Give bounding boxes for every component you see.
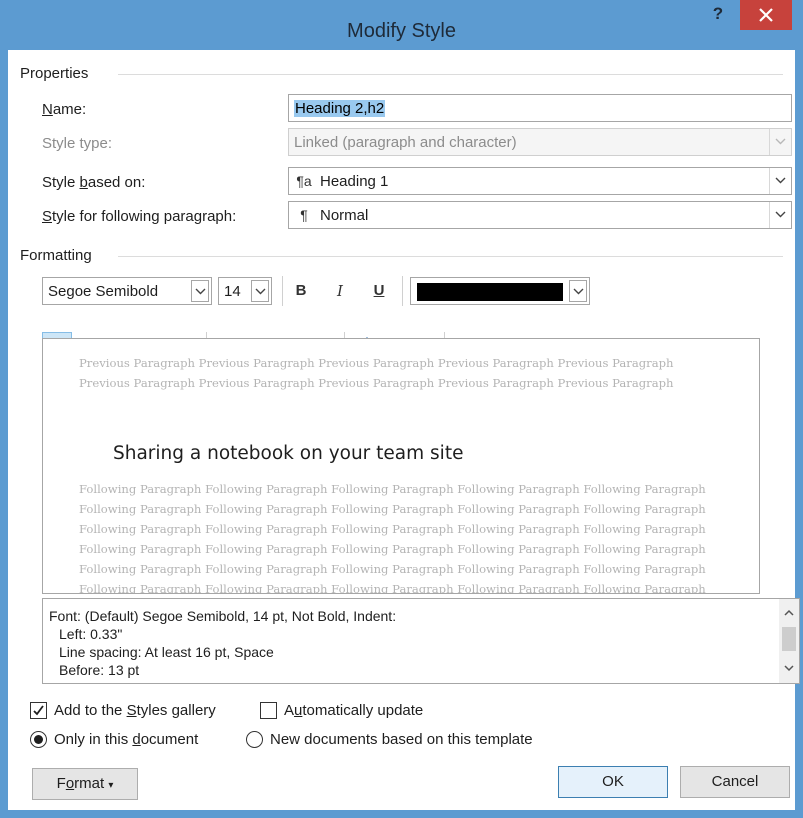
description-line: Font: (Default) Segoe Semibold, 14 pt, N… — [49, 608, 397, 624]
chevron-down-icon[interactable] — [769, 202, 791, 228]
linked-style-icon: ¶a — [296, 173, 312, 189]
dialog-body: Properties Name: Heading 2,h2 Style type… — [8, 50, 800, 810]
cancel-button[interactable]: Cancel — [680, 766, 790, 798]
close-icon — [759, 8, 773, 22]
following-value: Normal — [320, 207, 369, 224]
name-value: Heading 2,h2 — [294, 100, 386, 117]
paragraph-mark-icon: ¶ — [300, 207, 308, 223]
description-line: Line spacing: At least 16 pt, Space — [59, 644, 274, 660]
chevron-down-icon[interactable] — [191, 280, 209, 302]
based-on-select[interactable]: ¶a Heading 1 — [288, 167, 792, 195]
italic-button[interactable]: I — [327, 278, 353, 304]
auto-update-label: Automatically update — [284, 702, 424, 719]
only-this-document-radio[interactable] — [30, 731, 47, 748]
format-button[interactable]: Format ▾ — [32, 768, 138, 800]
name-label: Name: — [42, 101, 87, 118]
add-to-gallery-label: Add to the Styles gallery — [54, 702, 216, 719]
modify-style-dialog: Modify Style ? Properties Name: Heading … — [0, 0, 803, 818]
chevron-down-icon[interactable] — [769, 168, 791, 194]
chevron-down-icon[interactable] — [569, 280, 587, 302]
scroll-up-button[interactable] — [779, 603, 799, 623]
description-line: Left: 0.33" — [59, 626, 123, 642]
font-color-select[interactable] — [410, 277, 590, 305]
checkmark-icon — [33, 705, 44, 716]
based-on-value: Heading 1 — [320, 173, 389, 190]
font-size-select[interactable]: 14 — [218, 277, 272, 305]
new-documents-radio[interactable] — [246, 731, 263, 748]
based-on-label: Style based on: — [42, 174, 146, 191]
scroll-down-button[interactable] — [779, 659, 799, 679]
new-documents-label: New documents based on this template — [270, 731, 533, 748]
chevron-up-icon — [784, 609, 794, 616]
auto-update-checkbox[interactable] — [260, 702, 277, 719]
name-field[interactable]: Heading 2,h2 — [288, 94, 792, 122]
help-button[interactable]: ? — [706, 4, 730, 28]
description-line: Before: 13 pt — [59, 662, 140, 678]
dropdown-arrow-icon: ▾ — [108, 780, 114, 791]
formatting-heading: Formatting — [20, 247, 92, 264]
formatting-divider — [118, 256, 783, 257]
description-scrollbar[interactable] — [779, 599, 799, 683]
preview-heading: Sharing a notebook on your team site — [113, 443, 464, 464]
preview-previous-paragraph: Previous Paragraph Previous Paragraph Pr… — [79, 356, 674, 390]
font-name-select[interactable]: Segoe Semibold — [42, 277, 212, 305]
following-label: Style for following paragraph: — [42, 208, 237, 225]
font-name-value: Segoe Semibold — [48, 283, 159, 300]
properties-divider — [118, 74, 783, 75]
chevron-down-icon[interactable] — [251, 280, 269, 302]
underline-button[interactable]: U — [366, 278, 392, 304]
add-to-gallery-checkbox[interactable] — [30, 702, 47, 719]
following-select[interactable]: ¶ Normal — [288, 201, 792, 229]
ok-button[interactable]: OK — [558, 766, 668, 798]
title-bar[interactable]: Modify Style ? — [0, 0, 803, 50]
toolbar-separator — [402, 276, 403, 306]
toolbar-separator — [282, 276, 283, 306]
chevron-down-icon — [784, 665, 794, 672]
preview-following-paragraph: Following Paragraph Following Paragraph … — [79, 482, 706, 594]
style-type-label: Style type: — [42, 135, 113, 152]
font-color-swatch — [417, 283, 563, 301]
scroll-thumb[interactable] — [782, 627, 796, 651]
style-description: Font: (Default) Segoe Semibold, 14 pt, N… — [42, 598, 800, 684]
properties-heading: Properties — [20, 65, 89, 82]
only-this-document-label: Only in this document — [54, 731, 199, 748]
style-preview: Previous Paragraph Previous Paragraph Pr… — [42, 338, 760, 594]
style-type-select: Linked (paragraph and character) — [288, 128, 792, 156]
close-button[interactable] — [740, 0, 792, 30]
font-size-value: 14 — [224, 283, 241, 300]
bold-button[interactable]: B — [288, 278, 314, 304]
dialog-title: Modify Style — [347, 20, 456, 42]
chevron-down-icon — [769, 129, 791, 155]
style-type-value: Linked (paragraph and character) — [294, 134, 517, 151]
